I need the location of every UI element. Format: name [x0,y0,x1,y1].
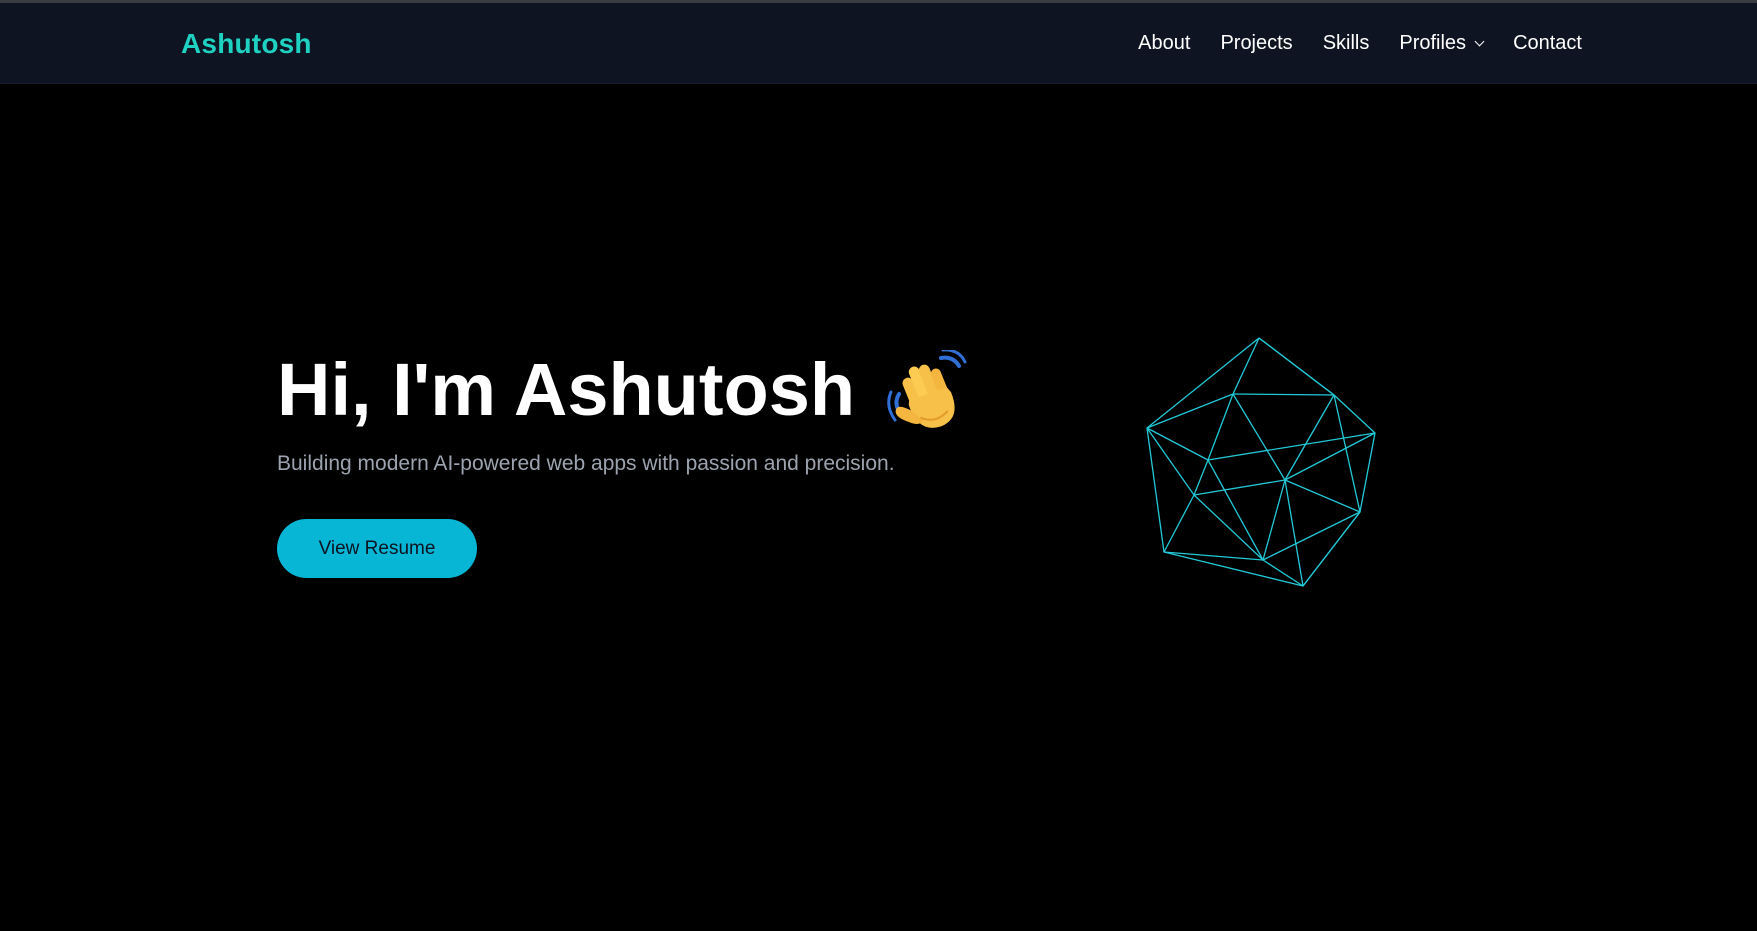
hero-title-row: Hi, I'm Ashutosh [277,345,1077,435]
nav-link-label: Projects [1220,32,1293,54]
icosahedron-wireframe-icon [1130,330,1380,590]
waving-hand-icon [885,348,967,432]
nav-links: About Projects Skills Profiles Contact [1138,31,1582,55]
view-resume-button[interactable]: View Resume [277,519,477,578]
nav-link-projects[interactable]: Projects [1220,31,1292,55]
nav-link-about[interactable]: About [1138,31,1190,55]
nav-link-contact[interactable]: Contact [1513,31,1582,55]
navbar: Ashutosh About Projects Skills Profiles … [0,3,1757,83]
nav-link-profiles-dropdown[interactable]: Profiles [1399,31,1485,55]
nav-link-label: Skills [1322,32,1370,54]
nav-link-label: About [1138,32,1191,54]
hero-title: Hi, I'm Ashutosh [277,348,856,431]
nav-link-label: Profiles [1399,32,1467,54]
brand-logo[interactable]: Ashutosh [181,28,312,60]
hero-subtitle: Building modern AI-powered web apps with… [277,452,895,475]
chevron-down-icon [1474,36,1485,46]
nav-link-label: Contact [1513,32,1582,54]
hero-section: Hi, I'm Ashutosh Building modern AI-powe… [277,345,1077,578]
nav-link-skills[interactable]: Skills [1323,31,1370,55]
